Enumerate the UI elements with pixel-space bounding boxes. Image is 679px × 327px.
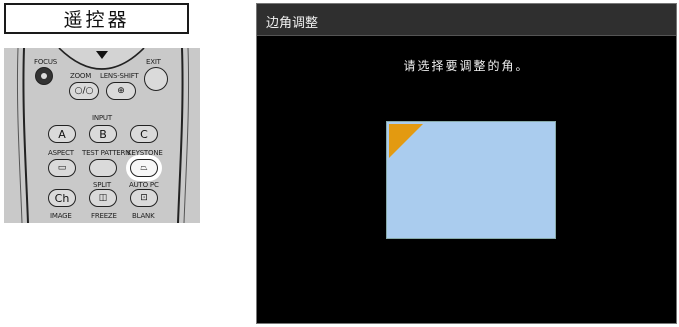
- remote-control-photo: FOCUS EXIT ZOOM LENS-SHIFT ○/○ ⊕ INPUT A…: [4, 48, 200, 223]
- freeze-label: FREEZE: [91, 212, 117, 220]
- blank-label: BLANK: [132, 212, 155, 220]
- dialog-title: 边角调整: [266, 16, 319, 31]
- input-a-button[interactable]: A: [48, 125, 76, 143]
- lens-shift-label: LENS-SHIFT: [100, 72, 139, 80]
- dialog-instruction: 请选择要调整的角。: [403, 59, 530, 73]
- zoom-icon: ○/○: [74, 86, 94, 96]
- exit-button[interactable]: [144, 67, 168, 91]
- aspect-icon: ▭: [57, 163, 67, 173]
- corner-top-left-marker[interactable]: [389, 124, 423, 158]
- focus-button[interactable]: [35, 67, 53, 85]
- split-label: SPLIT: [93, 181, 111, 189]
- remote-control-header: 遥控器: [4, 3, 189, 34]
- input-b-button[interactable]: B: [89, 125, 117, 143]
- keystone-label: KEYSTONE: [127, 149, 163, 157]
- keystone-dialog-window: 边角调整 请选择要调整的角。: [256, 3, 677, 324]
- test-pattern-button[interactable]: [89, 159, 117, 177]
- aspect-label: ASPECT: [48, 149, 74, 157]
- keystone-button[interactable]: ⏢: [130, 159, 158, 177]
- aspect-button[interactable]: ▭: [48, 159, 76, 177]
- test-pattern-label: TEST PATTERN: [82, 149, 131, 157]
- exit-label: EXIT: [146, 58, 161, 66]
- auto-pc-label: AUTO PC: [129, 181, 159, 189]
- focus-label: FOCUS: [34, 58, 57, 66]
- auto-pc-button[interactable]: ⊡: [130, 189, 158, 207]
- input-label: INPUT: [92, 114, 112, 122]
- split-button[interactable]: ◫: [89, 189, 117, 207]
- lens-shift-icon: ⊕: [117, 86, 125, 96]
- zoom-button[interactable]: ○/○: [69, 82, 99, 100]
- ch-button[interactable]: Ch: [48, 189, 76, 207]
- focus-icon: [41, 73, 47, 79]
- dialog-titlebar: 边角调整: [257, 4, 676, 36]
- screen-preview: [386, 121, 556, 239]
- lens-shift-button[interactable]: ⊕: [106, 82, 136, 100]
- keystone-icon: ⏢: [140, 163, 148, 173]
- image-label: IMAGE: [50, 212, 72, 220]
- split-icon: ◫: [98, 193, 108, 203]
- zoom-label: ZOOM: [70, 72, 92, 80]
- auto-pc-icon: ⊡: [140, 193, 148, 203]
- input-c-button[interactable]: C: [130, 125, 158, 143]
